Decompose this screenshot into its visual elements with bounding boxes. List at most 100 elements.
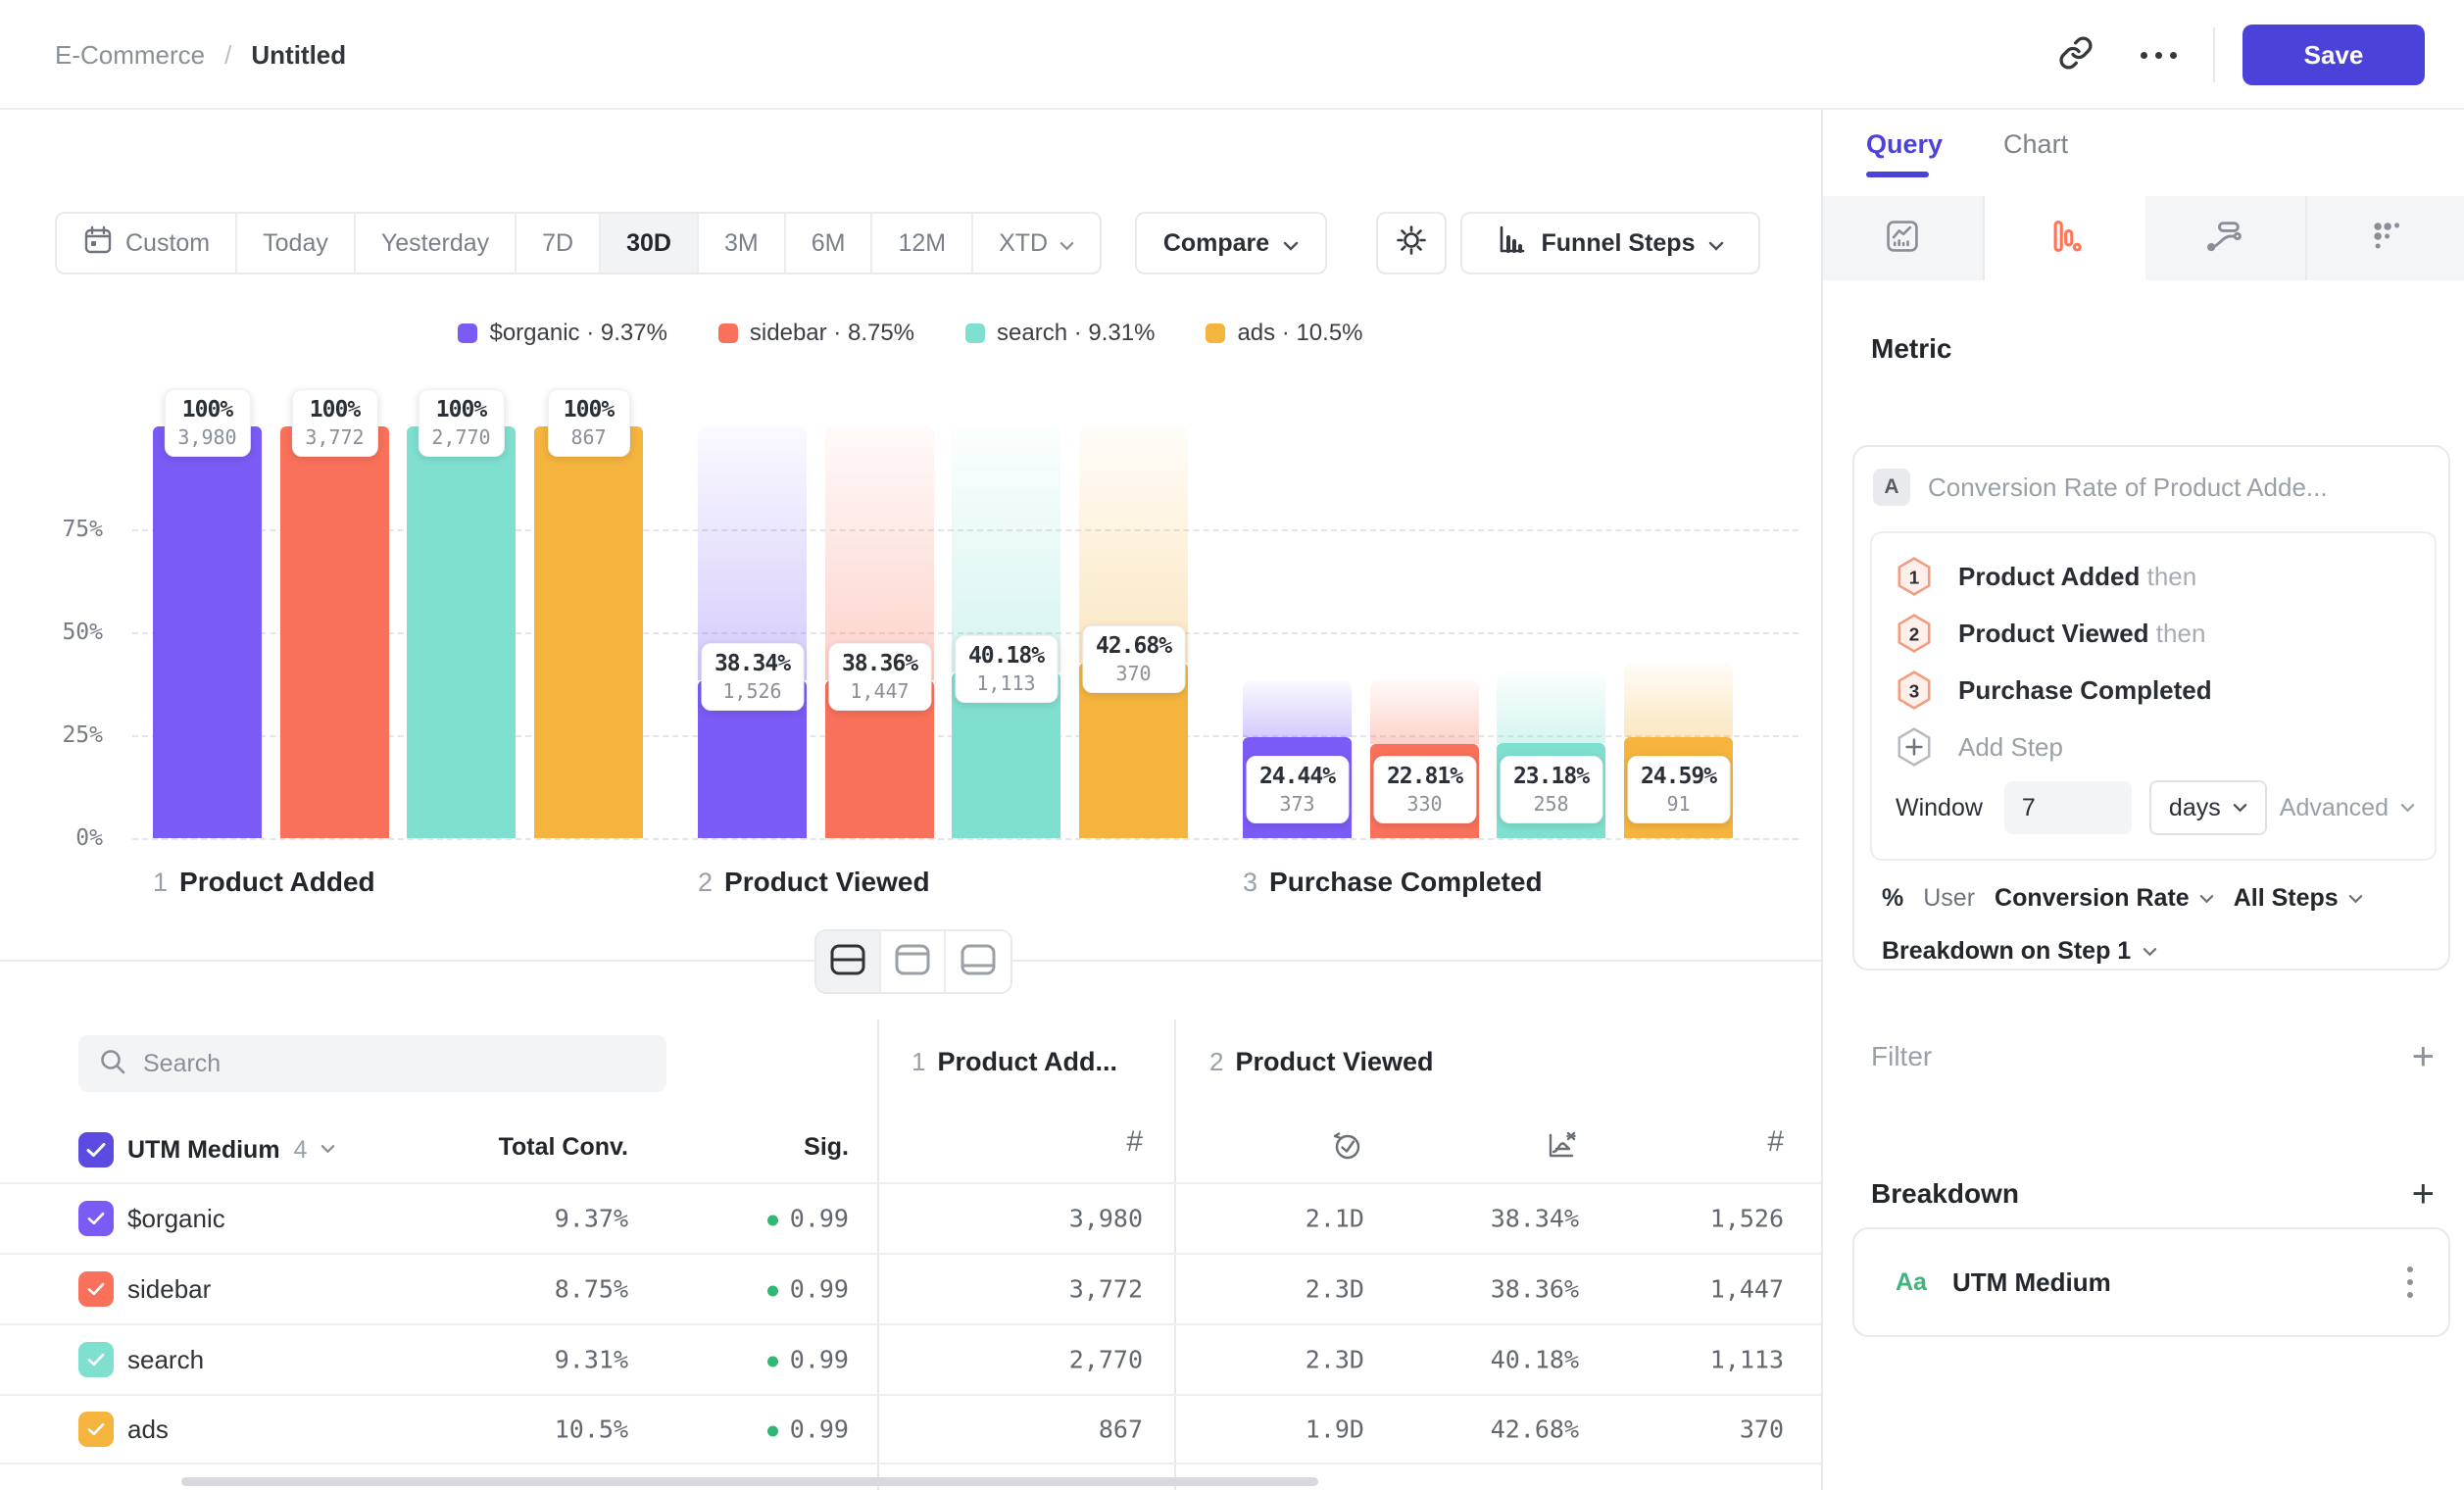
- tab-chart[interactable]: Chart: [2003, 129, 2068, 177]
- bar-value-label: 42.68%370: [1082, 625, 1185, 693]
- group-by-count: 4: [294, 1136, 308, 1165]
- table-step1-header[interactable]: 1 Product Add...: [912, 1047, 1117, 1077]
- query-step-1[interactable]: 1 Product Added then: [1896, 555, 2196, 598]
- time-to-convert-icon[interactable]: [1329, 1127, 1364, 1167]
- layout-table-only-button[interactable]: [946, 931, 1010, 992]
- funnel-bar-search-step1[interactable]: [407, 426, 516, 838]
- cell-cv2: 38.36%: [1491, 1275, 1579, 1304]
- bar-pct: 40.18%: [968, 643, 1044, 669]
- bar-value-label: 24.44%373: [1246, 756, 1349, 823]
- funnel-bar-sidebar-step1[interactable]: [280, 426, 389, 838]
- total-conv-header[interactable]: Total Conv.: [499, 1133, 628, 1162]
- retention-icon: [2367, 217, 2406, 261]
- bar-count: 370: [1096, 662, 1171, 685]
- bar-value-label: 100%2,770: [418, 389, 504, 457]
- cell-cv2: 42.68%: [1491, 1416, 1579, 1444]
- measure-user-label[interactable]: User: [1923, 884, 1975, 913]
- tab-retention[interactable]: [2307, 196, 2464, 280]
- add-step-button[interactable]: Add Step: [1896, 725, 2063, 769]
- table-row-sidebar[interactable]: sidebar8.75%0.993,7722.3D38.36%1,447: [0, 1253, 1821, 1323]
- breakdown-item-menu[interactable]: [2407, 1266, 2413, 1298]
- bar-value-label: 24.59% 91: [1627, 756, 1730, 823]
- advanced-toggle[interactable]: Advanced: [2280, 794, 2415, 822]
- measure-type-dropdown[interactable]: Conversion Rate: [1995, 884, 2214, 913]
- funnel-ghost-bar: [1243, 680, 1352, 737]
- bar-pct: 38.36%: [842, 651, 917, 676]
- layout-split-view-button[interactable]: [816, 931, 881, 992]
- step-event-name: Product Viewed then: [1958, 619, 2205, 649]
- share-link-button[interactable]: [2048, 27, 2103, 82]
- row-checkbox[interactable]: [78, 1201, 114, 1236]
- cell-c2: 1,526: [1710, 1205, 1784, 1233]
- step-number-hexagon: 1: [1896, 556, 1933, 597]
- tab-flows[interactable]: [2145, 196, 2307, 280]
- table-row-organic[interactable]: $organic9.37%0.993,9802.1D38.34%1,526: [0, 1182, 1821, 1253]
- conversion-rate-column-icon[interactable]: [1544, 1127, 1579, 1167]
- window-value-input[interactable]: [2004, 781, 2132, 834]
- filter-section: Filter +: [1871, 1037, 2435, 1076]
- bar-value-label: 23.18%258: [1500, 756, 1602, 823]
- funnel-step-label-2: 2Product Viewed: [698, 867, 930, 898]
- row-name: search: [127, 1345, 204, 1375]
- layout-chart-only-button[interactable]: [881, 931, 946, 992]
- count-column-icon[interactable]: #: [1126, 1125, 1143, 1159]
- y-axis-tick: 50%: [25, 620, 103, 645]
- more-options-button[interactable]: [2131, 27, 2186, 82]
- chevron-down-icon[interactable]: [320, 1141, 335, 1159]
- insights-icon: [1883, 217, 1922, 261]
- select-all-checkbox[interactable]: [78, 1132, 114, 1167]
- breakdown-on-step-label: Breakdown on Step 1: [1882, 937, 2131, 966]
- breakdown-label: Breakdown: [1871, 1178, 2019, 1210]
- row-checkbox[interactable]: [78, 1271, 114, 1307]
- group-by-label[interactable]: UTM Medium: [127, 1136, 280, 1165]
- metric-title[interactable]: Conversion Rate of Product Adde...: [1928, 472, 2328, 503]
- tab-funnels[interactable]: [1985, 196, 2146, 280]
- step1-header-label: Product Add...: [937, 1047, 1117, 1077]
- metric-card: A Conversion Rate of Product Adde... 1Pr…: [1852, 445, 2450, 970]
- table-row-search[interactable]: search9.31%0.992,7702.3D40.18%1,113: [0, 1323, 1821, 1394]
- split-view-icon: [828, 942, 867, 982]
- bar-pct: 22.81%: [1387, 764, 1462, 789]
- table-subheader: UTM Medium 4 Total Conv. Sig. # #: [0, 1118, 1821, 1182]
- breakdown-item[interactable]: Aa UTM Medium: [1852, 1227, 2450, 1337]
- bar-count: 3,980: [177, 425, 236, 449]
- funnel-bar-ads-step1[interactable]: [534, 426, 643, 838]
- row-checkbox[interactable]: [78, 1412, 114, 1447]
- top-panel-view-icon: [893, 942, 932, 982]
- funnel-ghost-bar: [1370, 680, 1479, 744]
- steps-scope-dropdown[interactable]: All Steps: [2234, 884, 2363, 913]
- sig-header[interactable]: Sig.: [804, 1133, 849, 1162]
- bar-pct: 24.59%: [1641, 764, 1716, 789]
- step-event-name: Product Added then: [1958, 562, 2196, 592]
- bar-count: 373: [1259, 792, 1335, 816]
- y-axis-tick: 0%: [25, 825, 103, 851]
- bar-count: 91: [1641, 792, 1716, 816]
- horizontal-scrollbar[interactable]: [181, 1477, 1318, 1486]
- search-icon: [98, 1047, 127, 1081]
- cell-c2: 1,447: [1710, 1275, 1784, 1304]
- table-row-ads[interactable]: ads10.5%0.998671.9D42.68%370: [0, 1394, 1821, 1465]
- tab-query[interactable]: Query: [1866, 129, 1943, 177]
- bar-value-label: 100%3,772: [291, 389, 377, 457]
- query-step-2[interactable]: 2Product Viewed then: [1896, 612, 2205, 655]
- breakdown-on-step-dropdown[interactable]: Breakdown on Step 1: [1882, 937, 2157, 966]
- bar-pct: 38.34%: [715, 651, 790, 676]
- query-step-3[interactable]: 3Purchase Completed: [1896, 669, 2212, 712]
- bar-pct: 100%: [305, 397, 364, 422]
- breakdown-section: Breakdown +: [1871, 1174, 2435, 1214]
- count-column-icon[interactable]: #: [1767, 1125, 1784, 1159]
- add-filter-button[interactable]: +: [2412, 1037, 2435, 1076]
- window-unit-select[interactable]: days: [2149, 780, 2267, 835]
- svg-text:1: 1: [1909, 568, 1920, 588]
- save-button[interactable]: Save: [2242, 25, 2425, 85]
- significance-dot: [767, 1356, 778, 1366]
- funnel-bar-$organic-step1[interactable]: [153, 426, 262, 838]
- add-breakdown-button[interactable]: +: [2412, 1174, 2435, 1214]
- search-input[interactable]: [143, 1050, 647, 1078]
- tab-insights[interactable]: [1823, 196, 1985, 280]
- row-checkbox[interactable]: [78, 1342, 114, 1377]
- filter-label: Filter: [1871, 1041, 1932, 1072]
- table-step2-header[interactable]: 2 Product Viewed: [1209, 1047, 1434, 1077]
- cell-cv2: 40.18%: [1491, 1346, 1579, 1374]
- bar-pct: 100%: [562, 397, 616, 422]
